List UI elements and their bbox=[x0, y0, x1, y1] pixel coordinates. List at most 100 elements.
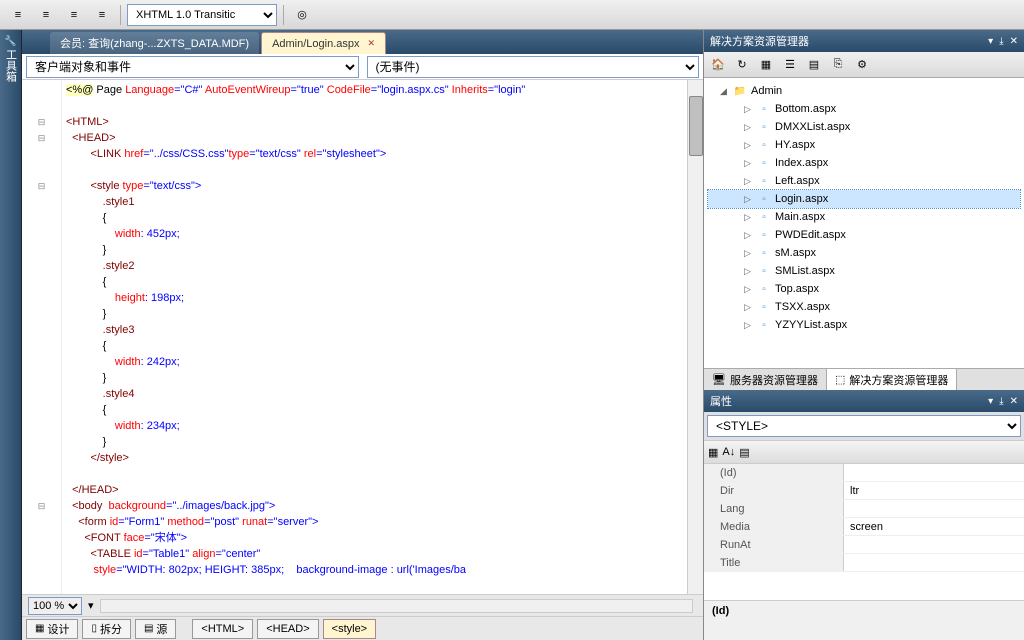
folder-icon: 📁 bbox=[732, 84, 748, 98]
show-all-icon[interactable]: ▦ bbox=[756, 55, 776, 75]
indent-btn[interactable]: ≡ bbox=[90, 4, 114, 26]
indent-right-btn[interactable]: ≡ bbox=[34, 4, 58, 26]
path-style[interactable]: <style> bbox=[323, 619, 376, 639]
file-smlist-aspx[interactable]: ▷▫SMList.aspx bbox=[708, 262, 1020, 280]
solution-explorer-tab[interactable]: ⬚解决方案资源管理器 bbox=[827, 369, 957, 390]
dropdown-icon[interactable]: ▾ bbox=[988, 36, 993, 47]
h-scrollbar[interactable] bbox=[100, 599, 693, 613]
expand-icon[interactable]: ▷ bbox=[744, 122, 756, 133]
file-hy-aspx[interactable]: ▷▫HY.aspx bbox=[708, 136, 1020, 154]
aspx-file-icon: ▫ bbox=[756, 264, 772, 278]
doctype-select[interactable]: XHTML 1.0 Transitic bbox=[127, 4, 277, 26]
code-editor[interactable]: ⊟ ⊟ ⊟ ⊟ <%@ Page Language="C#" AutoEvent… bbox=[22, 80, 703, 594]
close-tab-icon[interactable]: ✕ bbox=[368, 38, 376, 49]
props-page-icon[interactable]: ▤ bbox=[739, 446, 749, 459]
prop-row-dir[interactable]: Dirltr bbox=[704, 482, 1024, 500]
aspx-file-icon: ▫ bbox=[756, 210, 772, 224]
aspx-file-icon: ▫ bbox=[756, 228, 772, 242]
solution-toolbar: 🏠 ↻ ▦ ☰ ▤ ⎘ ⚙ bbox=[704, 52, 1024, 78]
properties-header: 属性 ▾ ⤓ ✕ bbox=[704, 390, 1024, 412]
toolbox-label: 工具箱 bbox=[3, 49, 19, 82]
expand-icon[interactable]: ▷ bbox=[744, 194, 756, 205]
file-index-aspx[interactable]: ▷▫Index.aspx bbox=[708, 154, 1020, 172]
object-select[interactable]: 客户端对象和事件 bbox=[26, 56, 359, 78]
prop-row-lang[interactable]: Lang bbox=[704, 500, 1024, 518]
pin-icon[interactable]: ⤓ bbox=[999, 396, 1003, 407]
file-main-aspx[interactable]: ▷▫Main.aspx bbox=[708, 208, 1020, 226]
outdent-btn[interactable]: ≡ bbox=[62, 4, 86, 26]
toolbox-strip[interactable]: 🔧 工具箱 bbox=[0, 30, 22, 640]
alphabetical-icon[interactable]: A↓ bbox=[722, 446, 735, 458]
properties-icon[interactable]: ☰ bbox=[780, 55, 800, 75]
design-tab[interactable]: ▦设计 bbox=[26, 619, 78, 639]
close-icon[interactable]: ✕ bbox=[1010, 36, 1018, 47]
navigation-bar: 客户端对象和事件 (无事件) bbox=[22, 54, 703, 80]
split-tab[interactable]: ▯拆分 bbox=[82, 619, 131, 639]
file-tsxx-aspx[interactable]: ▷▫TSXX.aspx bbox=[708, 298, 1020, 316]
expand-icon[interactable]: ▷ bbox=[744, 266, 756, 277]
fold-icon[interactable]: ⊟ bbox=[22, 178, 61, 194]
file-left-aspx[interactable]: ▷▫Left.aspx bbox=[708, 172, 1020, 190]
aspx-file-icon: ▫ bbox=[756, 102, 772, 116]
file-sm-aspx[interactable]: ▷▫sM.aspx bbox=[708, 244, 1020, 262]
refresh-icon[interactable]: ↻ bbox=[732, 55, 752, 75]
fold-icon[interactable]: ⊟ bbox=[22, 130, 61, 146]
view-tabs: ▦设计 ▯拆分 ▤源 <HTML> <HEAD> <style> bbox=[22, 616, 703, 640]
path-html[interactable]: <HTML> bbox=[192, 619, 253, 639]
solution-tree[interactable]: ◢ 📁 Admin ▷▫Bottom.aspx▷▫DMXXList.aspx▷▫… bbox=[704, 78, 1024, 368]
pin-icon[interactable]: ⤓ bbox=[999, 36, 1003, 47]
expand-icon[interactable]: ▷ bbox=[744, 230, 756, 241]
split-icon: ▯ bbox=[91, 623, 97, 634]
scroll-thumb[interactable] bbox=[689, 96, 703, 156]
document-tabs: 会员: 查询(zhang-...ZXTS_DATA.MDF) Admin/Log… bbox=[22, 30, 703, 54]
prop-row-id[interactable]: (Id) bbox=[704, 464, 1024, 482]
folder-admin[interactable]: ◢ 📁 Admin bbox=[708, 82, 1020, 100]
file-pwdedit-aspx[interactable]: ▷▫PWDEdit.aspx bbox=[708, 226, 1020, 244]
close-icon[interactable]: ✕ bbox=[1010, 396, 1018, 407]
dropdown-icon[interactable]: ▾ bbox=[988, 396, 993, 407]
file-top-aspx[interactable]: ▷▫Top.aspx bbox=[708, 280, 1020, 298]
code-area[interactable]: <%@ Page Language="C#" AutoEventWireup="… bbox=[62, 80, 703, 594]
expand-icon[interactable]: ▷ bbox=[744, 248, 756, 259]
source-tab[interactable]: ▤源 bbox=[135, 619, 176, 639]
file-login-aspx[interactable]: ▷▫Login.aspx bbox=[708, 190, 1020, 208]
file-dmxxlist-aspx[interactable]: ▷▫DMXXList.aspx bbox=[708, 118, 1020, 136]
outline-gutter[interactable]: ⊟ ⊟ ⊟ ⊟ bbox=[22, 80, 62, 594]
props-toolbar: ▦ A↓ ▤ bbox=[704, 440, 1024, 464]
view-code-icon[interactable]: ▤ bbox=[804, 55, 824, 75]
server-icon: 🖥 bbox=[712, 373, 726, 386]
event-select[interactable]: (无事件) bbox=[367, 56, 700, 78]
file-bottom-aspx[interactable]: ▷▫Bottom.aspx bbox=[708, 100, 1020, 118]
file-yzyylist-aspx[interactable]: ▷▫YZYYList.aspx bbox=[708, 316, 1020, 334]
expand-icon[interactable]: ▷ bbox=[744, 284, 756, 295]
expand-icon[interactable]: ▷ bbox=[744, 212, 756, 223]
copy-icon[interactable]: ⎘ bbox=[828, 55, 848, 75]
aspx-file-icon: ▫ bbox=[756, 246, 772, 260]
path-head[interactable]: <HEAD> bbox=[257, 619, 318, 639]
tab-member-query[interactable]: 会员: 查询(zhang-...ZXTS_DATA.MDF) bbox=[50, 32, 259, 54]
fold-icon[interactable]: ⊟ bbox=[22, 498, 61, 514]
prop-row-media[interactable]: Mediascreen bbox=[704, 518, 1024, 536]
prop-row-runat[interactable]: RunAt bbox=[704, 536, 1024, 554]
config-icon[interactable]: ⚙ bbox=[852, 55, 872, 75]
expand-icon[interactable]: ▷ bbox=[744, 104, 756, 115]
zoom-select[interactable]: 100 % bbox=[28, 597, 82, 615]
expand-icon[interactable]: ▷ bbox=[744, 302, 756, 313]
expand-icon[interactable]: ▷ bbox=[744, 140, 756, 151]
expand-icon[interactable]: ▷ bbox=[744, 158, 756, 169]
validate-btn[interactable]: ◎ bbox=[290, 4, 314, 26]
props-element-select[interactable]: <STYLE> bbox=[707, 415, 1021, 437]
expand-icon[interactable]: ▷ bbox=[744, 176, 756, 187]
indent-left-btn[interactable]: ≡ bbox=[6, 4, 30, 26]
prop-row-title[interactable]: Title bbox=[704, 554, 1024, 572]
tab-admin-login[interactable]: Admin/Login.aspx✕ bbox=[261, 32, 386, 54]
fold-icon[interactable]: ⊟ bbox=[22, 114, 61, 130]
server-explorer-tab[interactable]: 🖥服务器资源管理器 bbox=[704, 369, 827, 390]
aspx-file-icon: ▫ bbox=[756, 138, 772, 152]
expand-icon[interactable]: ▷ bbox=[744, 320, 756, 331]
vertical-scrollbar[interactable] bbox=[687, 80, 703, 594]
categorized-icon[interactable]: ▦ bbox=[708, 446, 718, 459]
home-icon[interactable]: 🏠 bbox=[708, 55, 728, 75]
solution-explorer-header: 解决方案资源管理器 ▾ ⤓ ✕ bbox=[704, 30, 1024, 52]
props-grid[interactable]: (Id)DirltrLangMediascreenRunAtTitle bbox=[704, 464, 1024, 600]
